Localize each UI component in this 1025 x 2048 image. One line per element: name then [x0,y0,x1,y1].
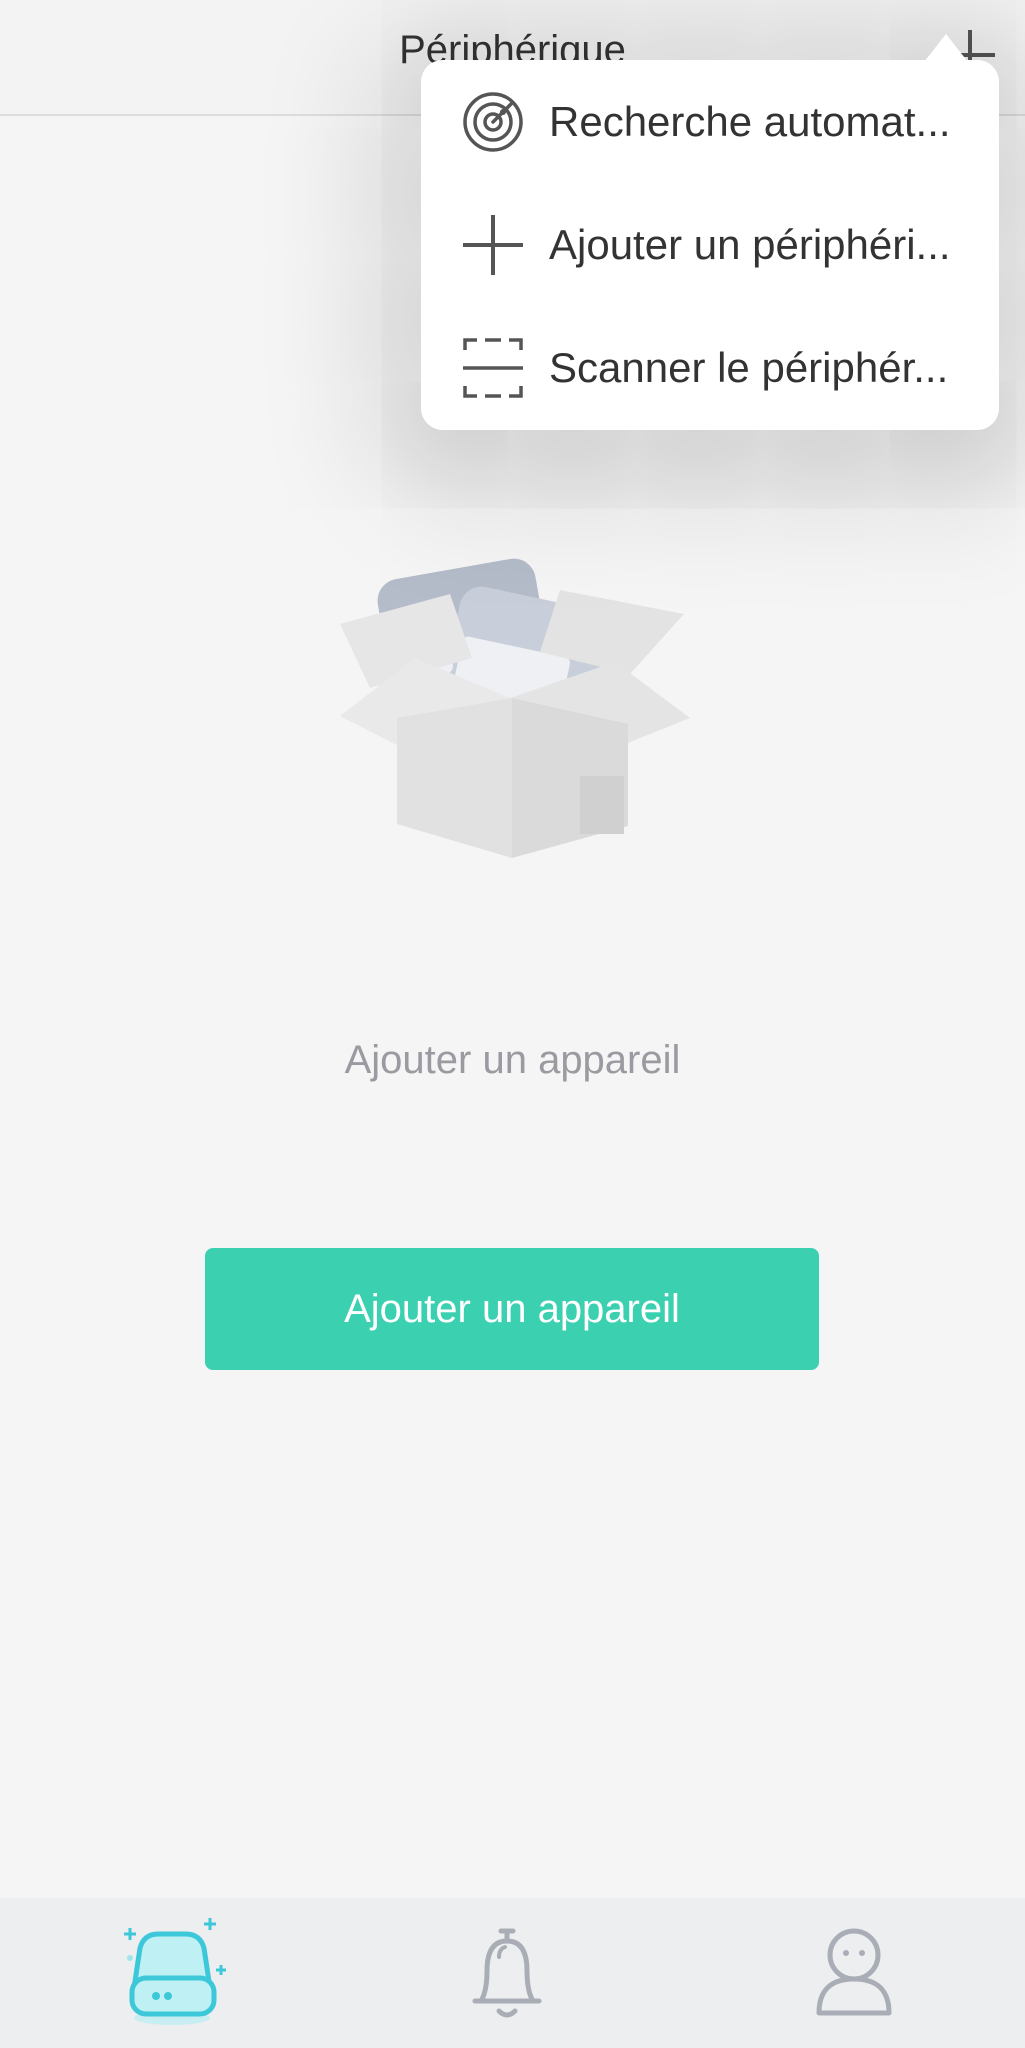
scan-icon [463,337,523,398]
menu-item-add-device[interactable]: Ajouter un périphéri... [421,183,999,306]
menu-item-label: Recherche automat... [549,97,951,145]
plus-icon [463,214,523,275]
popover-arrow [924,34,968,62]
menu-item-label: Scanner le périphér... [549,343,949,391]
tab-devices[interactable] [70,1898,270,2048]
menu-item-auto-search[interactable]: Recherche automat... [421,60,999,183]
device-icon [124,1918,226,2025]
tab-notifications[interactable] [407,1898,607,2048]
open-box-illustration [330,548,700,868]
user-icon [816,1928,892,2016]
tab-profile[interactable] [754,1898,954,2048]
menu-item-scan-device[interactable]: Scanner le périphér... [421,306,999,429]
menu-item-label: Ajouter un périphéri... [549,220,951,268]
add-menu-popover: Recherche automat... Ajouter un périphér… [421,60,999,430]
tab-bar [0,1898,1025,2048]
bell-icon [472,1928,542,2018]
empty-state-text: Ajouter un appareil [344,1038,681,1082]
add-device-button[interactable]: Ajouter un appareil [205,1248,819,1370]
radar-icon [463,91,523,152]
